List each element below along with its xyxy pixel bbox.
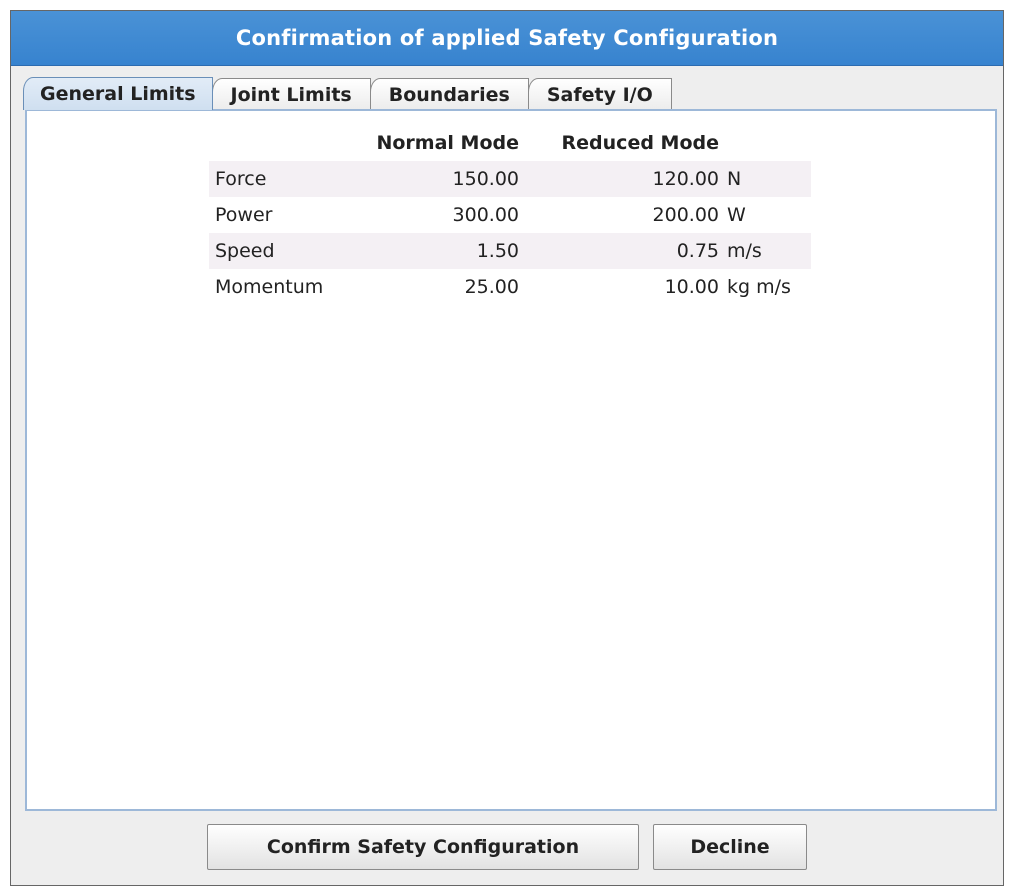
dialog-button-row: Confirm Safety Configuration Decline	[11, 824, 1003, 870]
row-label: Power	[215, 204, 273, 226]
tab-safety-io[interactable]: Safety I/O	[527, 78, 672, 110]
unit-label: W	[727, 204, 746, 226]
confirm-safety-configuration-button[interactable]: Confirm Safety Configuration	[207, 824, 639, 870]
table-row-force: Force 150.00 120.00 N	[209, 161, 811, 197]
table-header-row: Normal Mode Reduced Mode	[209, 125, 811, 161]
table-row-power: Power 300.00 200.00 W	[209, 197, 811, 233]
table-row-speed: Speed 1.50 0.75 m/s	[209, 233, 811, 269]
decline-button[interactable]: Decline	[653, 824, 807, 870]
reduced-mode-value: 200.00	[652, 204, 719, 226]
tab-joint-limits[interactable]: Joint Limits	[211, 78, 371, 110]
column-header-reduced-mode: Reduced Mode	[561, 132, 719, 154]
reduced-mode-value: 10.00	[664, 276, 719, 298]
safety-confirmation-dialog: Confirmation of applied Safety Configura…	[10, 10, 1004, 886]
row-label: Momentum	[215, 276, 324, 298]
tab-bar: General Limits Joint Limits Boundaries S…	[23, 77, 672, 110]
column-header-normal-mode: Normal Mode	[376, 132, 519, 154]
general-limits-panel: Normal Mode Reduced Mode Force 150.00 12…	[25, 109, 997, 811]
unit-label: m/s	[719, 233, 811, 269]
unit-label: kg m/s	[727, 276, 791, 298]
reduced-mode-value: 120.00	[519, 161, 719, 197]
tab-general-limits[interactable]: General Limits	[23, 77, 213, 110]
table-row-momentum: Momentum 25.00 10.00 kg m/s	[209, 269, 811, 305]
normal-mode-value: 1.50	[349, 233, 519, 269]
general-limits-table: Normal Mode Reduced Mode Force 150.00 12…	[209, 125, 811, 305]
column-header-unit	[719, 125, 811, 161]
column-header-empty	[209, 125, 349, 161]
normal-mode-value: 300.00	[452, 204, 519, 226]
tab-boundaries[interactable]: Boundaries	[369, 78, 529, 110]
normal-mode-value: 25.00	[464, 276, 519, 298]
dialog-title: Confirmation of applied Safety Configura…	[11, 11, 1003, 66]
row-label: Speed	[209, 233, 349, 269]
normal-mode-value: 150.00	[349, 161, 519, 197]
unit-label: N	[719, 161, 811, 197]
reduced-mode-value: 0.75	[519, 233, 719, 269]
row-label: Force	[209, 161, 349, 197]
